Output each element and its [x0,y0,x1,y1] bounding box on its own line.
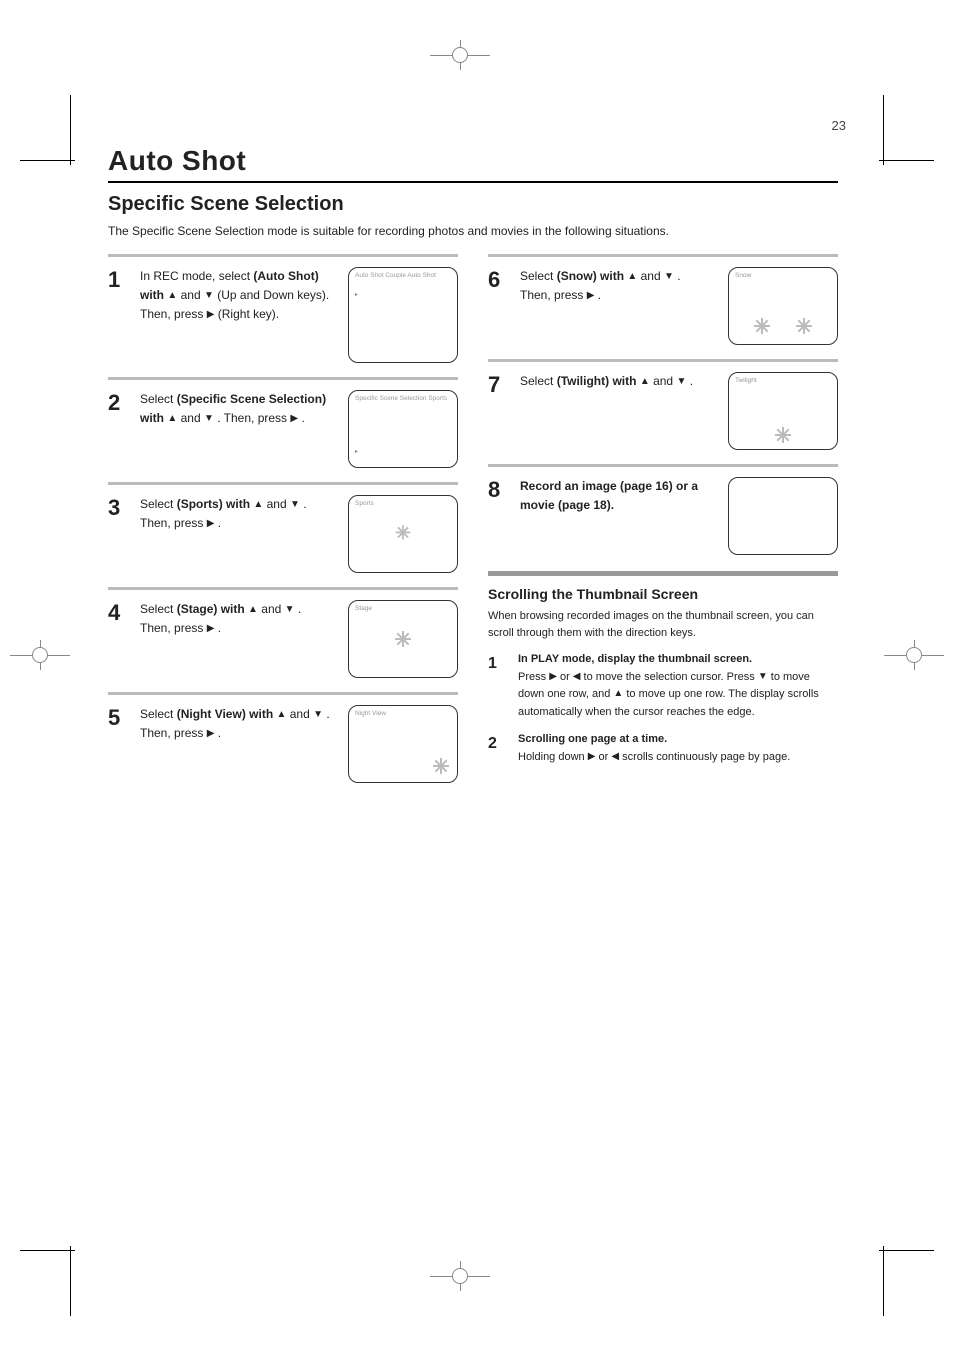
screen-caption: Stage [355,605,372,613]
up-arrow-icon: ▲ [627,269,637,285]
step-title: Scrolling one page at a time. [518,733,667,745]
step-number: 7 [488,372,512,398]
screen-preview: Snow [728,267,838,345]
up-arrow-icon: ▲ [167,288,177,304]
screen-preview: Auto Shot Couple Auto Shot ▸ [348,267,458,363]
intro-text: The Specific Scene Selection mode is sui… [108,222,838,240]
step-body: Select (Sports) with ▲ and ▼ . Then, pre… [140,495,338,573]
screen-caption: Night View [355,710,386,718]
up-arrow-icon: ▲ [277,707,287,723]
step-number: 3 [108,495,132,521]
step-7: 7 Select (Twilight) with ▲ and ▼ . Twili… [488,359,838,464]
screen-caption: Specific Scene Selection Sports [355,395,447,403]
scroll-step-2: 2 Scrolling one page at a time. Holding … [488,731,838,766]
section-title: Auto Shot [108,145,838,177]
step-body: Record an image (page 16) or a movie (pa… [520,477,718,555]
burst-icon [395,631,411,647]
step-detail: Press ▶ or ◀ to move the selection curso… [518,671,819,718]
right-arrow-icon: ▶ [290,411,298,427]
down-arrow-icon: ▼ [313,707,323,723]
page-number: 23 [832,118,846,133]
subsection-intro: When browsing recorded images on the thu… [488,608,838,641]
right-arrow-icon: ▶ [207,621,215,637]
step-body: Select (Stage) with ▲ and ▼ . Then, pres… [140,600,338,678]
burst-icon [775,427,791,443]
step-8: 8 Record an image (page 16) or a movie (… [488,464,838,569]
step-number: 5 [108,705,132,731]
marker-icon: ▸ [355,449,358,457]
screen-preview: Specific Scene Selection Sports ▸ [348,390,458,468]
down-arrow-icon: ▼ [204,411,214,427]
right-arrow-icon: ▶ [207,726,215,742]
right-arrow-icon: ▶ [588,749,596,765]
right-arrow-icon: ▶ [207,516,215,532]
screen-caption: Sports [355,500,374,508]
up-arrow-icon: ▲ [248,602,258,618]
step-body: Select (Specific Scene Selection) with ▲… [140,390,338,468]
screen-preview: Stage [348,600,458,678]
step-number: 1 [488,651,508,721]
down-arrow-icon: ▼ [290,497,300,513]
step-3: 3 Select (Sports) with ▲ and ▼ . Then, p… [108,482,458,587]
subheading: Scrolling the Thumbnail Screen [488,586,838,602]
step-number: 2 [488,731,508,766]
scroll-step-1: 1 In PLAY mode, display the thumbnail sc… [488,651,838,721]
right-arrow-icon: ▶ [587,288,595,304]
step-5: 5 Select (Night View) with ▲ and ▼ . The… [108,692,458,797]
step-2: 2 Select (Specific Scene Selection) with… [108,377,458,482]
screen-preview: Twilight [728,372,838,450]
down-arrow-icon: ▼ [285,602,295,618]
screen-preview [728,477,838,555]
left-arrow-icon: ◀ [573,669,581,685]
up-arrow-icon: ▲ [253,497,263,513]
screen-preview: Night View [348,705,458,783]
screen-caption: Snow [735,272,751,280]
step-body: Select (Night View) with ▲ and ▼ . Then,… [140,705,338,783]
down-arrow-icon: ▼ [676,374,686,390]
section-divider [488,571,838,576]
step-body: Select (Twilight) with ▲ and ▼ . [520,372,718,450]
step-number: 6 [488,267,512,293]
step-number: 1 [108,267,132,293]
screen-caption: Auto Shot Couple Auto Shot [355,272,436,280]
left-arrow-icon: ◀ [611,749,619,765]
step-number: 4 [108,600,132,626]
step-body: Select (Snow) with ▲ and ▼ . Then, press… [520,267,718,345]
down-arrow-icon: ▼ [664,269,674,285]
title-rule [108,181,838,183]
down-arrow-icon: ▼ [758,669,768,685]
up-arrow-icon: ▲ [613,686,623,702]
burst-icon [396,525,410,539]
burst-icon [433,758,449,774]
step-1: 1 In REC mode, select (Auto Shot) with ▲… [108,254,458,377]
step-title: In PLAY mode, display the thumbnail scre… [518,653,752,665]
burst-icon [754,318,770,334]
right-arrow-icon: ▶ [207,307,215,323]
step-6: 6 Select (Snow) with ▲ and ▼ . Then, pre… [488,254,838,359]
screen-caption: Twilight [735,377,757,385]
step-detail: Holding down ▶ or ◀ scrolls continuously… [518,751,790,763]
headline: Specific Scene Selection [108,193,838,216]
right-arrow-icon: ▶ [549,669,557,685]
burst-icon [796,318,812,334]
screen-preview: Sports [348,495,458,573]
down-arrow-icon: ▼ [204,288,214,304]
step-number: 2 [108,390,132,416]
marker-icon: ▸ [355,292,358,300]
up-arrow-icon: ▲ [167,411,177,427]
up-arrow-icon: ▲ [640,374,650,390]
step-body: In REC mode, select (Auto Shot) with ▲ a… [140,267,338,363]
step-number: 8 [488,477,512,503]
step-4: 4 Select (Stage) with ▲ and ▼ . Then, pr… [108,587,458,692]
